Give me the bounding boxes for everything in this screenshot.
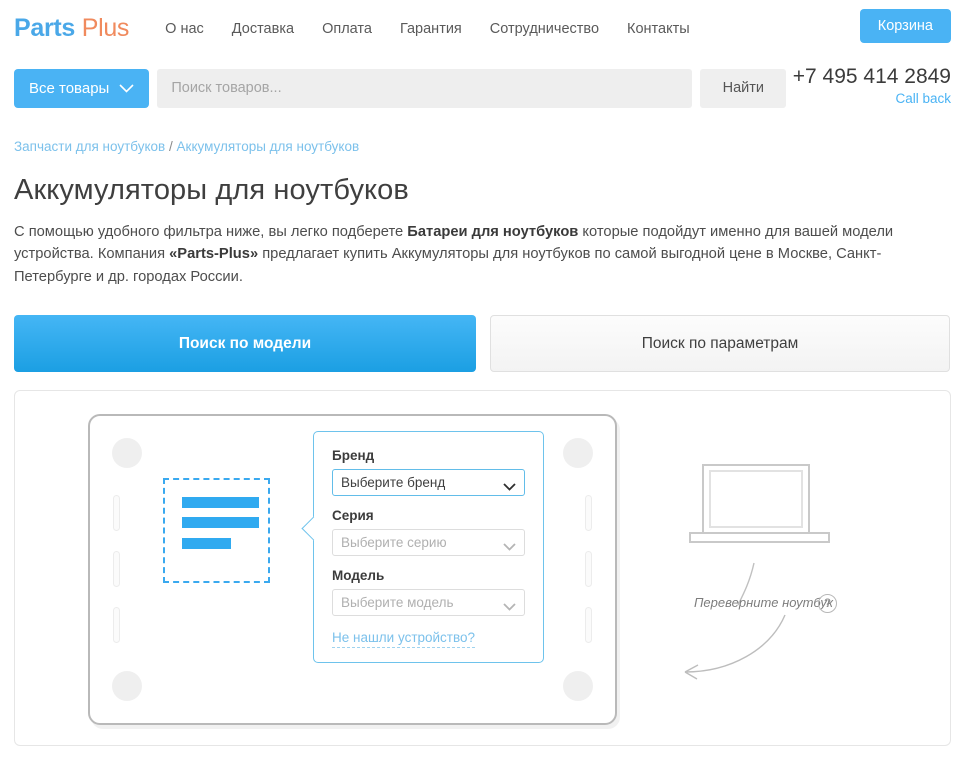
screw-icon bbox=[563, 671, 593, 701]
curved-arrow-icon bbox=[660, 610, 820, 690]
series-select[interactable]: Выберите серию bbox=[332, 529, 525, 556]
call-back-link[interactable]: Call back bbox=[895, 91, 951, 107]
sticker-bar bbox=[182, 538, 231, 549]
breadcrumb: Запчасти для ноутбуков / Аккумуляторы дл… bbox=[14, 139, 951, 154]
screw-icon bbox=[112, 438, 142, 468]
intro-segment-1: С помощью удобного фильтра ниже, вы легк… bbox=[14, 224, 407, 240]
nav-item-warranty[interactable]: Гарантия bbox=[400, 21, 462, 37]
chevron-down-icon bbox=[119, 84, 134, 93]
all-products-label: Все товары bbox=[29, 80, 109, 97]
page-intro-text: С помощью удобного фильтра ниже, вы легк… bbox=[14, 221, 951, 288]
logo-text-parts: Parts bbox=[14, 14, 75, 42]
breadcrumb-current-link[interactable]: Аккумуляторы для ноутбуков bbox=[177, 139, 360, 154]
vent-slot-icon bbox=[113, 607, 120, 643]
vent-slot-icon bbox=[113, 495, 120, 531]
nav-item-contacts[interactable]: Контакты bbox=[627, 21, 690, 37]
vent-slot-icon bbox=[585, 607, 592, 643]
site-header: Parts Plus О нас Доставка Оплата Гаранти… bbox=[0, 0, 965, 57]
brand-select-wrapper: Выберите бренд bbox=[332, 469, 525, 496]
model-select-wrapper: Выберите модель bbox=[332, 589, 525, 616]
nav-item-delivery[interactable]: Доставка bbox=[232, 21, 294, 37]
vent-slot-icon bbox=[113, 551, 120, 587]
intro-bold-brand: «Parts-Plus» bbox=[169, 246, 258, 262]
brand-select[interactable]: Выберите бренд bbox=[332, 469, 525, 496]
flip-laptop-hint: Переверните ноутбук bbox=[694, 595, 833, 610]
contact-phone-block: +7 495 414 2849 Call back bbox=[793, 65, 951, 109]
model-finder-form: Бренд Выберите бренд Серия Выберите сери… bbox=[313, 431, 544, 663]
search-mode-tabs: Поиск по модели Поиск по параметрам bbox=[14, 315, 951, 372]
brand-field-label: Бренд bbox=[332, 448, 525, 463]
search-bar: Все товары Найти +7 495 414 2849 Call ba… bbox=[0, 57, 965, 119]
vent-slot-icon bbox=[585, 495, 592, 531]
cart-button[interactable]: Корзина bbox=[860, 9, 951, 43]
device-not-found-link[interactable]: Не нашли устройство? bbox=[332, 630, 475, 648]
series-field-label: Серия bbox=[332, 508, 525, 523]
search-submit-button[interactable]: Найти bbox=[700, 69, 786, 108]
model-label-sticker-icon bbox=[163, 478, 270, 583]
model-field-label: Модель bbox=[332, 568, 525, 583]
search-input[interactable] bbox=[157, 69, 692, 108]
model-select[interactable]: Выберите модель bbox=[332, 589, 525, 616]
logo-text-plus: Plus bbox=[82, 14, 129, 42]
nav-item-payment[interactable]: Оплата bbox=[322, 21, 372, 37]
sticker-bar bbox=[182, 517, 259, 528]
tab-search-by-model[interactable]: Поиск по модели bbox=[14, 315, 476, 372]
screw-icon bbox=[112, 671, 142, 701]
help-question-icon[interactable]: ? bbox=[818, 594, 837, 613]
series-select-wrapper: Выберите серию bbox=[332, 529, 525, 556]
tab-search-by-parameters[interactable]: Поиск по параметрам bbox=[490, 315, 950, 372]
breadcrumb-parent-link[interactable]: Запчасти для ноутбуков bbox=[14, 139, 165, 154]
nav-item-about[interactable]: О нас bbox=[165, 21, 204, 37]
main-navigation: О нас Доставка Оплата Гарантия Сотруднич… bbox=[165, 21, 690, 37]
all-products-dropdown-button[interactable]: Все товары bbox=[14, 69, 149, 108]
breadcrumb-separator: / bbox=[169, 139, 173, 154]
screw-icon bbox=[563, 438, 593, 468]
intro-bold-batteries: Батареи для ноутбуков bbox=[407, 224, 578, 240]
vent-slot-icon bbox=[585, 551, 592, 587]
site-logo[interactable]: Parts Plus bbox=[14, 14, 129, 43]
sticker-bar bbox=[182, 497, 259, 508]
page-content: Запчасти для ноутбуков / Аккумуляторы дл… bbox=[0, 139, 965, 372]
page-title: Аккумуляторы для ноутбуков bbox=[14, 174, 951, 207]
phone-number[interactable]: +7 495 414 2849 bbox=[793, 65, 951, 89]
nav-item-cooperation[interactable]: Сотрудничество bbox=[490, 21, 599, 37]
